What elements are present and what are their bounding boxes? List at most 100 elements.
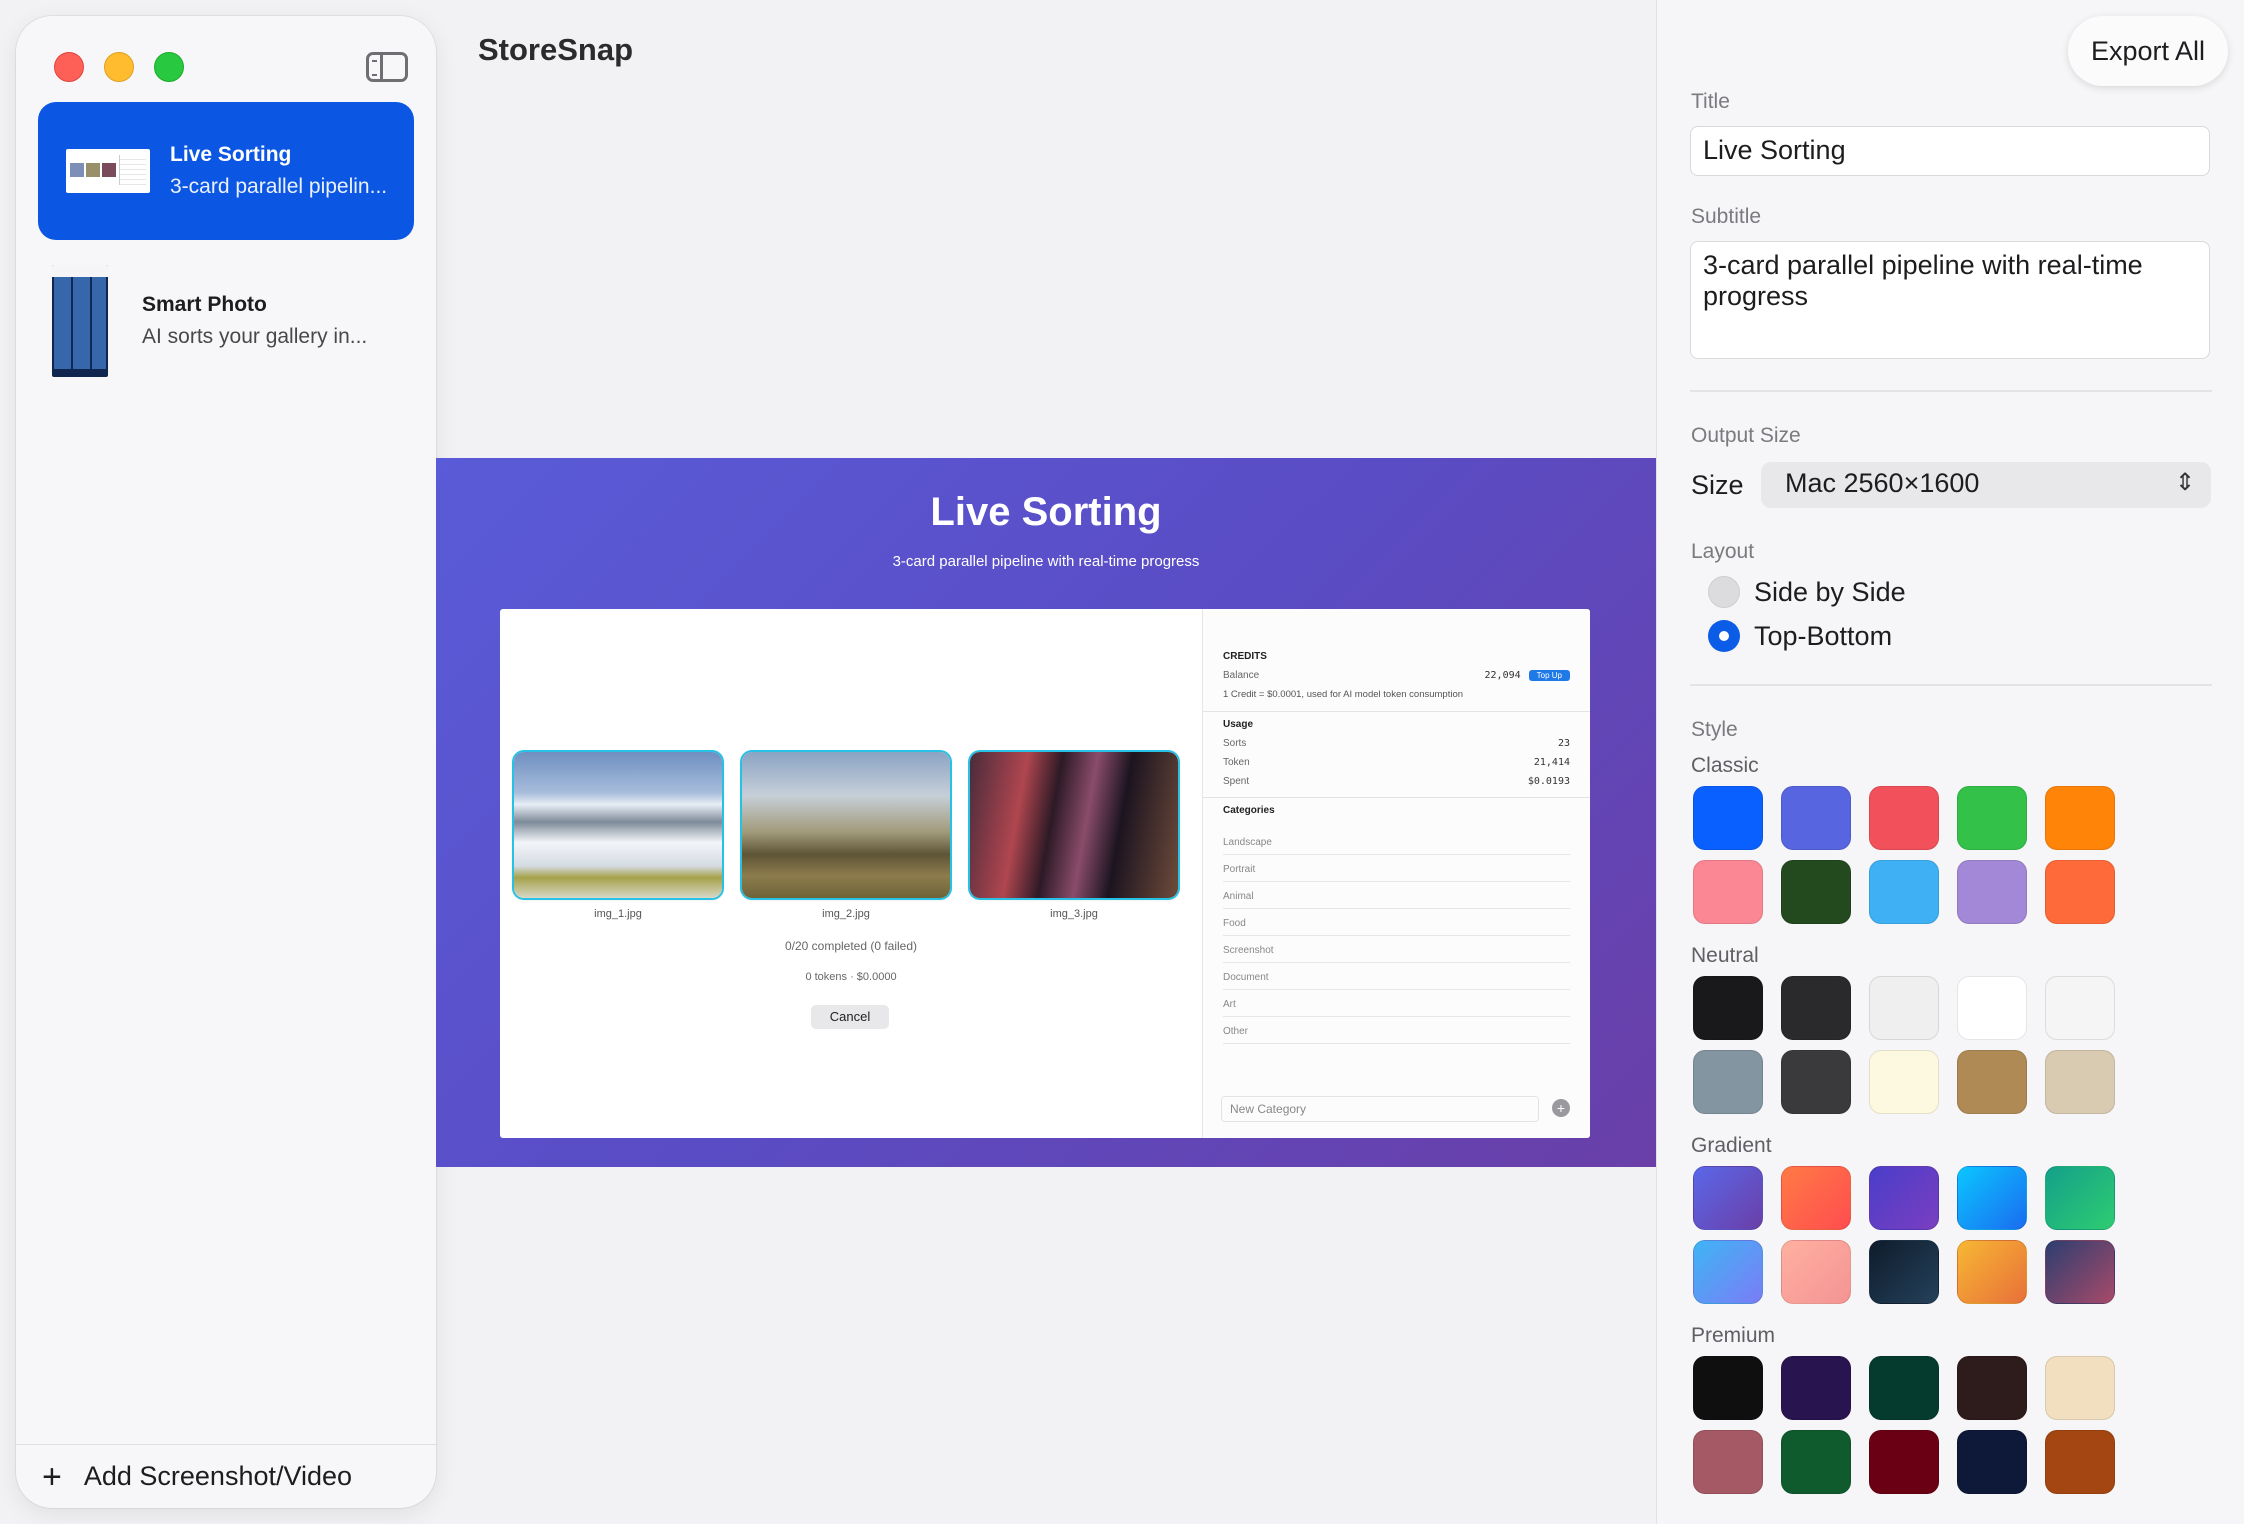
color-swatch[interactable] [1957,976,2027,1040]
new-category-field: New Category [1221,1096,1539,1122]
color-swatch[interactable] [1869,1240,1939,1304]
subtitle-label: Subtitle [1691,205,1762,228]
color-swatch[interactable] [2045,976,2115,1040]
color-swatch[interactable] [2045,1050,2115,1114]
color-swatch[interactable] [1693,1430,1763,1494]
category-item: Food [1223,918,1570,936]
divider [1690,684,2212,686]
preview-canvas: Live Sorting 3-card parallel pipeline wi… [436,458,1656,1167]
sidebar-item-smart-photo[interactable]: Smart Photo AI sorts your gallery in... [38,256,414,386]
category-item: Portrait [1223,864,1570,882]
usage-value: $0.0193 [1527,776,1570,787]
thumbnail-image [66,149,150,193]
layout-label: Layout [1691,540,1755,563]
radio-button[interactable] [1708,620,1740,652]
color-swatch[interactable] [2045,860,2115,924]
size-select[interactable]: Mac 2560×1600 ⇕ [1761,462,2211,508]
color-swatch[interactable] [1957,1240,2027,1304]
usage-row: Token 21,414 [1223,757,1570,768]
color-swatch[interactable] [1693,1240,1763,1304]
title-field[interactable]: Live Sorting [1690,126,2210,176]
add-category-icon: + [1552,1099,1570,1117]
color-swatch[interactable] [1781,1166,1851,1230]
color-swatch[interactable] [1781,1240,1851,1304]
color-swatch[interactable] [1957,860,2027,924]
category-item: Document [1223,972,1570,990]
card-image [514,752,722,898]
divider [1203,711,1590,712]
usage-label: Token [1223,757,1250,768]
size-value: Mac 2560×1600 [1785,468,1980,498]
color-swatch[interactable] [2045,1166,2115,1230]
app-title: StoreSnap [478,32,634,67]
color-swatch[interactable] [1781,976,1851,1040]
color-swatch[interactable] [1693,976,1763,1040]
style-group-label: Gradient [1691,1134,1772,1157]
color-swatch[interactable] [2045,1240,2115,1304]
image-card: img_2.jpg [742,752,950,920]
color-swatch[interactable] [1869,1356,1939,1420]
color-swatch[interactable] [1869,976,1939,1040]
sidebar-item-title: Live Sorting [170,143,292,166]
color-swatch[interactable] [1781,860,1851,924]
color-swatch[interactable] [1781,1050,1851,1114]
color-swatch[interactable] [1957,1430,2027,1494]
usage-row: Sorts 23 [1223,738,1570,749]
color-swatch[interactable] [1693,1050,1763,1114]
credit-note: 1 Credit = $0.0001, used for AI model to… [1223,689,1570,700]
layout-option-top-bottom[interactable]: Top-Bottom [1708,620,1892,652]
color-swatch[interactable] [1781,1356,1851,1420]
color-swatch[interactable] [1693,1356,1763,1420]
layout-option-label: Top-Bottom [1754,620,1893,651]
color-swatch[interactable] [1693,1166,1763,1230]
color-swatch[interactable] [2045,1430,2115,1494]
category-item: Landscape [1223,837,1570,855]
balance-label: Balance [1223,670,1260,681]
usage-label: Sorts [1223,738,1247,749]
usage-label: Spent [1223,776,1250,787]
usage-row: Spent $0.0193 [1223,776,1570,787]
close-window-button[interactable] [54,52,84,82]
add-screenshot-button[interactable]: + Add Screenshot/Video [16,1444,436,1508]
plus-icon: + [42,1457,62,1496]
color-swatch[interactable] [1869,1166,1939,1230]
mock-side-panel: CREDITS Balance 22,094 Top Up 1 Credit = … [1202,609,1590,1138]
usage-heading: Usage [1223,719,1254,730]
color-swatch[interactable] [1957,1050,2027,1114]
credits-heading: CREDITS [1223,651,1267,662]
zoom-window-button[interactable] [154,52,184,82]
category-item: Other [1223,1026,1570,1044]
color-swatch[interactable] [1957,1356,2027,1420]
category-item: Screenshot [1223,945,1570,963]
cancel-button: Cancel [811,1005,889,1029]
color-swatch[interactable] [1957,786,2027,850]
progress-status: 0/20 completed (0 failed) [784,939,918,953]
color-swatch[interactable] [2045,1356,2115,1420]
color-swatch[interactable] [1869,786,1939,850]
layout-option-side-by-side[interactable]: Side by Side [1708,576,1906,608]
divider [1203,797,1590,798]
export-all-button[interactable]: Export All [2068,16,2228,86]
color-swatch[interactable] [1869,860,1939,924]
subtitle-field[interactable]: 3-card parallel pipeline with real-time … [1690,241,2210,359]
preview-subtitle: 3-card parallel pipeline with real-time … [892,553,1200,570]
credit-note-text: 1 Credit = $0.0001, used for AI model to… [1223,689,1464,700]
minimize-window-button[interactable] [104,52,134,82]
divider [1690,390,2212,392]
title-label: Title [1691,90,1730,113]
color-swatch[interactable] [2045,786,2115,850]
color-swatch[interactable] [1693,786,1763,850]
sidebar-toggle-icon[interactable] [366,52,408,82]
balance-row: Balance 22,094 Top Up [1223,670,1570,681]
color-swatch[interactable] [1693,860,1763,924]
color-swatch[interactable] [1869,1050,1939,1114]
color-swatch[interactable] [1957,1166,2027,1230]
color-swatch[interactable] [1869,1430,1939,1494]
token-status: 0 tokens · $0.0000 [805,971,897,983]
output-size-label: Output Size [1691,424,1801,447]
layout-option-label: Side by Side [1754,576,1906,607]
radio-button[interactable] [1708,576,1740,608]
sidebar-item-live-sorting[interactable]: Live Sorting 3-card parallel pipelin... [38,102,414,240]
color-swatch[interactable] [1781,1430,1851,1494]
color-swatch[interactable] [1781,786,1851,850]
